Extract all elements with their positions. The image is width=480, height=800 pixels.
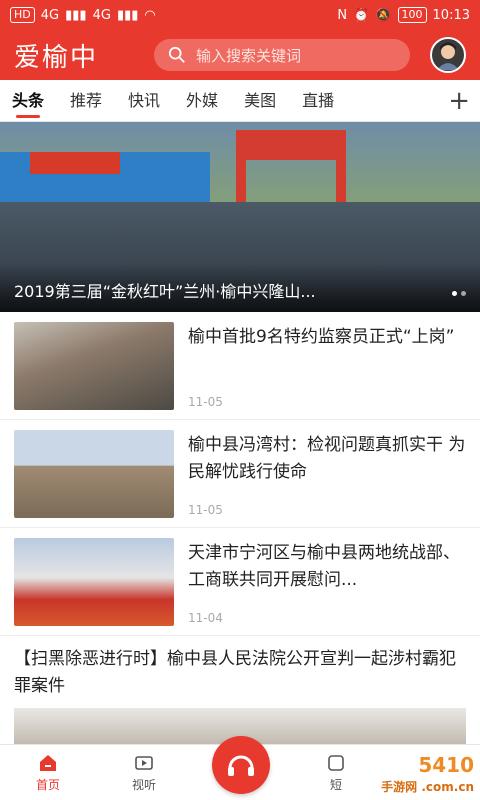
- headline-banner[interactable]: 2019第三届“金秋红叶”兰州·榆中兴隆山...: [0, 122, 480, 312]
- news-thumbnail: [14, 322, 174, 410]
- pager-dot: [461, 291, 466, 296]
- signal-icon-b: ▮▮▮: [116, 7, 139, 23]
- news-item[interactable]: 榆中县冯湾村：检视问题真抓实干 为民解忧践行使命 11-05: [0, 420, 480, 528]
- news-title: 天津市宁河区与榆中县两地统战部、工商联共同开展慰问...: [188, 543, 460, 590]
- banner-sign: [30, 152, 120, 174]
- app-logo: 爱榆中: [14, 42, 99, 73]
- nav-home[interactable]: 首页: [0, 745, 96, 800]
- nfc-icon: N: [337, 7, 348, 23]
- clock: 10:13: [432, 7, 470, 23]
- site-watermark: 5410 手游网 .com.cn: [381, 754, 474, 798]
- tab-headlines[interactable]: 头条: [12, 80, 44, 122]
- nav-av[interactable]: 视听: [96, 745, 192, 800]
- news-date: 11-04: [188, 611, 223, 625]
- search-placeholder: 输入搜索关键词: [196, 46, 302, 65]
- signal-icon-a: ▮▮▮: [65, 7, 87, 23]
- avatar[interactable]: [430, 37, 466, 73]
- news-list: 榆中首批9名特约监察员正式“上岗” 11-05 榆中县冯湾村：检视问题真抓实干 …: [0, 312, 480, 758]
- signal-4g-a: 4G: [40, 7, 60, 23]
- category-tabs: 头条 推荐 快讯 外媒 美图 直播 +: [0, 80, 480, 122]
- news-title: 榆中首批9名特约监察员正式“上岗”: [188, 327, 455, 347]
- nav-short-label: 短: [329, 778, 342, 792]
- nav-home-label: 首页: [35, 778, 60, 792]
- banner-arch: [236, 130, 346, 160]
- tab-foreign-media[interactable]: 外媒: [186, 80, 218, 122]
- tab-recommended[interactable]: 推荐: [70, 80, 102, 122]
- news-title: 【扫黑除恶进行时】榆中县人民法院公开宣判一起涉村霸犯罪案件: [14, 649, 456, 696]
- watermark-small: 手游网 .com.cn: [381, 780, 474, 794]
- battery-indicator: 100: [397, 7, 427, 23]
- news-thumbnail: [14, 538, 174, 626]
- add-channel-icon[interactable]: +: [448, 88, 470, 114]
- alarm-icon: ⏰: [353, 7, 370, 23]
- mute-icon: 🔕: [375, 7, 392, 23]
- news-item[interactable]: 天津市宁河区与榆中县两地统战部、工商联共同开展慰问... 11-04: [0, 528, 480, 636]
- app-header: 爱榆中 输入搜索关键词: [0, 30, 480, 80]
- short-video-icon: [328, 755, 344, 771]
- news-title: 榆中县冯湾村：检视问题真抓实干 为民解忧践行使命: [188, 435, 466, 482]
- banner-caption: 2019第三届“金秋红叶”兰州·榆中兴隆山...: [14, 282, 316, 301]
- search-icon: [168, 46, 185, 63]
- wifi-icon: ◠: [144, 7, 156, 23]
- tab-flash[interactable]: 快讯: [128, 80, 160, 122]
- news-thumbnail: [14, 430, 174, 518]
- hd-badge: HD: [10, 7, 35, 23]
- center-action-button[interactable]: [212, 736, 270, 794]
- tab-live[interactable]: 直播: [302, 80, 334, 122]
- headphones-icon: [228, 755, 254, 776]
- status-bar: HD 4G ▮▮▮ 4G ▮▮▮ ◠ N ⏰ 🔕 100 10:13: [0, 0, 480, 30]
- news-date: 11-05: [188, 503, 223, 517]
- nav-short[interactable]: 短: [288, 745, 384, 800]
- tab-photos[interactable]: 美图: [244, 80, 276, 122]
- news-item[interactable]: 榆中首批9名特约监察员正式“上岗” 11-05: [0, 312, 480, 420]
- search-input[interactable]: 输入搜索关键词: [154, 39, 410, 71]
- news-date: 11-05: [188, 395, 223, 409]
- signal-4g-b: 4G: [92, 7, 111, 23]
- nav-av-label: 视听: [131, 778, 156, 792]
- banner-pager: [452, 291, 466, 296]
- avatar-icon: [437, 42, 459, 70]
- video-icon: [135, 756, 153, 770]
- pager-dot: [452, 291, 457, 296]
- home-icon: [40, 755, 56, 771]
- watermark-big: 5410: [418, 753, 474, 777]
